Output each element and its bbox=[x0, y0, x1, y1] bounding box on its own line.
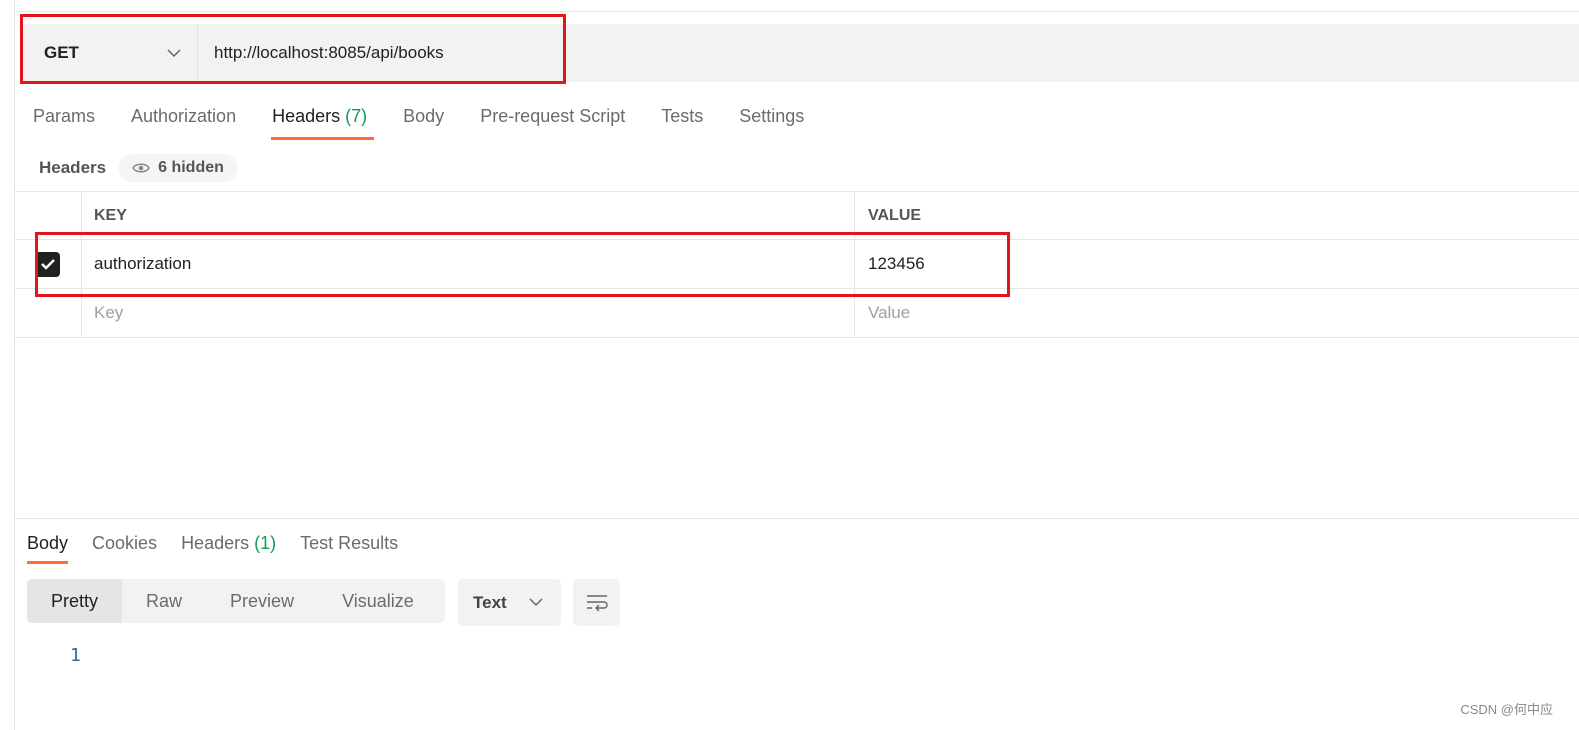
left-border bbox=[14, 0, 15, 730]
view-mode-selector: Pretty Raw Preview Visualize bbox=[27, 579, 445, 623]
eye-icon bbox=[132, 163, 150, 173]
headers-title: Headers bbox=[39, 158, 107, 177]
tab-cookies[interactable]: Cookies bbox=[92, 533, 157, 564]
line-number: 1 bbox=[70, 645, 81, 666]
chevron-down-icon bbox=[529, 598, 543, 607]
response-tabs: Body Cookies Headers (1) Test Results bbox=[27, 533, 422, 564]
view-raw[interactable]: Raw bbox=[122, 579, 206, 623]
tab-pre-request-script[interactable]: Pre-request Script bbox=[480, 106, 625, 140]
wrap-lines-button[interactable] bbox=[573, 579, 620, 626]
tab-test-results[interactable]: Test Results bbox=[300, 533, 398, 564]
headers-count: (7) bbox=[345, 106, 368, 126]
tab-response-headers[interactable]: Headers (1) bbox=[181, 533, 276, 564]
hidden-headers-toggle[interactable]: 6 hidden bbox=[118, 154, 238, 182]
tab-body[interactable]: Body bbox=[403, 106, 444, 140]
watermark: CSDN @何中应 bbox=[1460, 702, 1553, 717]
tab-authorization[interactable]: Authorization bbox=[131, 106, 236, 140]
headers-heading-row: Headers 6 hidden bbox=[39, 154, 238, 182]
response-divider[interactable] bbox=[14, 518, 1579, 519]
view-preview[interactable]: Preview bbox=[206, 579, 318, 623]
tab-params[interactable]: Params bbox=[33, 106, 95, 140]
format-dropdown[interactable]: Text bbox=[458, 579, 561, 626]
tab-tests[interactable]: Tests bbox=[661, 106, 703, 140]
view-visualize[interactable]: Visualize bbox=[318, 579, 438, 623]
view-pretty[interactable]: Pretty bbox=[27, 579, 123, 623]
top-divider bbox=[14, 11, 1579, 12]
tab-response-body[interactable]: Body bbox=[27, 533, 69, 564]
tab-headers[interactable]: Headers (7) bbox=[271, 106, 375, 140]
wrap-icon bbox=[586, 594, 608, 611]
tab-settings[interactable]: Settings bbox=[739, 106, 804, 140]
request-tabs: Params Authorization Headers (7) Body Pr… bbox=[33, 106, 840, 140]
highlight-box-header-row bbox=[35, 232, 1010, 297]
highlight-box-url bbox=[20, 14, 566, 84]
